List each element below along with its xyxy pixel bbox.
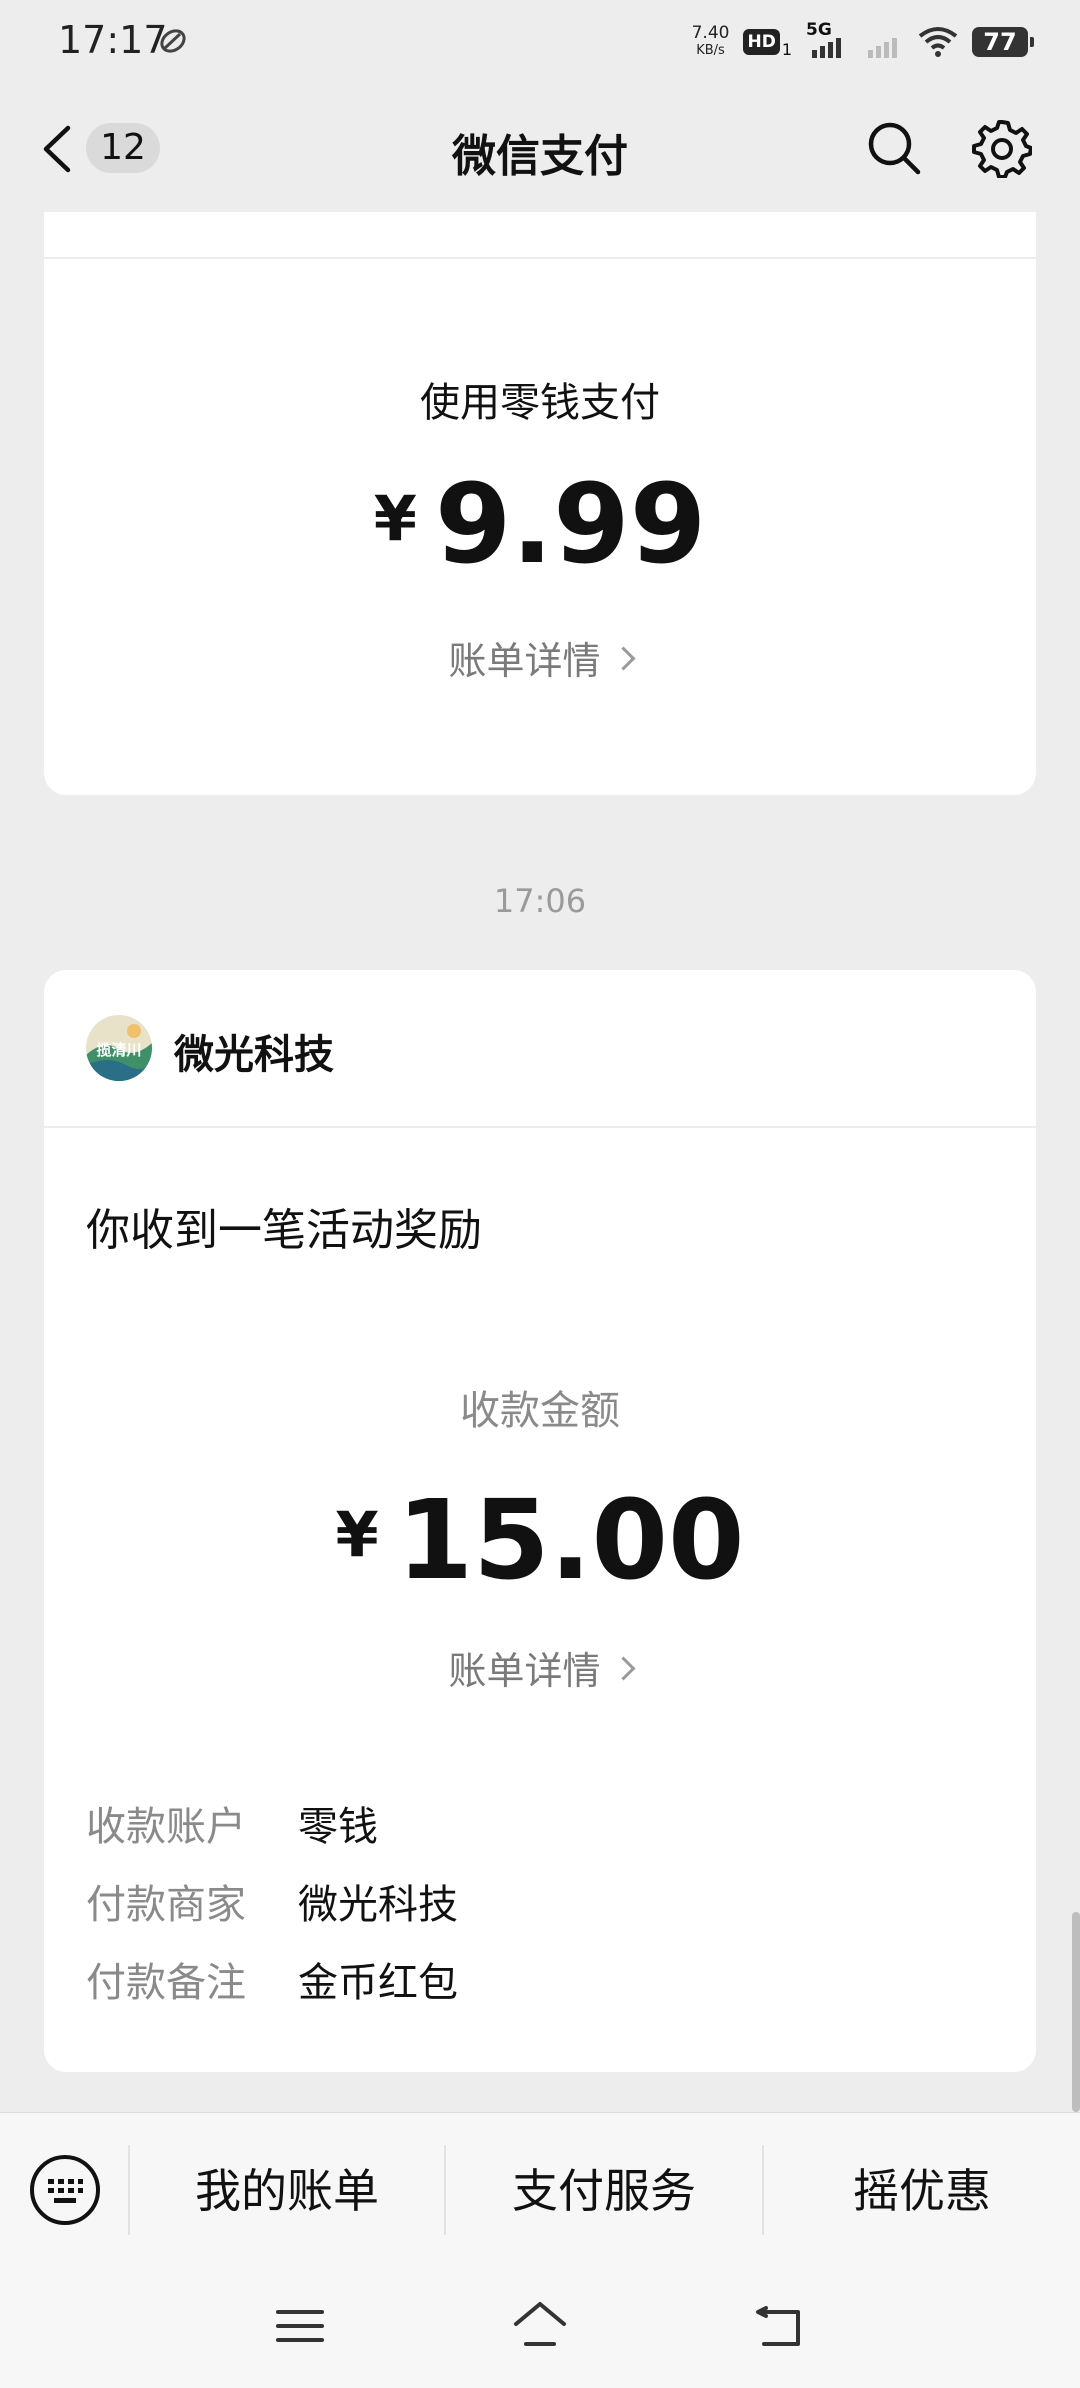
detail-value: 零钱 bbox=[298, 1804, 378, 1850]
currency-symbol: ¥ bbox=[373, 482, 417, 555]
detail-row-remark: 付款备注 金币红包 bbox=[86, 1950, 458, 2008]
gear-icon[interactable] bbox=[972, 118, 1032, 178]
menu-lines-icon[interactable] bbox=[272, 2298, 328, 2354]
menu-payment-services[interactable]: 支付服务 bbox=[446, 2143, 762, 2239]
nav-bar: 12 微信支付 bbox=[0, 84, 1080, 212]
keyboard-icon[interactable] bbox=[28, 2153, 102, 2227]
receipt-amount-value: 15.00 bbox=[396, 1476, 745, 1604]
detail-label: 付款商家 bbox=[86, 1882, 246, 1928]
signal-sim2-icon bbox=[868, 38, 897, 58]
receipt-amount: ¥15.00 bbox=[44, 1476, 1036, 1604]
home-icon[interactable] bbox=[512, 2298, 568, 2354]
detail-label: 付款备注 bbox=[86, 1960, 246, 2006]
menu-my-bills[interactable]: 我的账单 bbox=[130, 2143, 444, 2239]
detail-value: 微光科技 bbox=[298, 1882, 458, 1928]
detail-label: 收款账户 bbox=[86, 1804, 246, 1850]
system-navigation-bar bbox=[0, 2266, 1080, 2388]
bottom-menu: 我的账单 支付服务 摇优惠 bbox=[0, 2112, 1080, 2267]
chevron-right-icon bbox=[610, 646, 636, 671]
wifi-icon bbox=[918, 27, 958, 57]
hd-icon: HD bbox=[743, 29, 780, 55]
chevron-right-icon bbox=[610, 1656, 636, 1681]
payment-amount: ¥9.99 bbox=[44, 460, 1036, 588]
payment-method-label: 使用零钱支付 bbox=[420, 380, 660, 426]
battery-icon: 77 bbox=[972, 27, 1034, 57]
network-speed-value: 7.40 bbox=[691, 23, 730, 43]
receipt-message-card[interactable]: 揽清川 微光科技 你收到一笔活动奖励 收款金额 ¥15.00 账单详情 收款账户… bbox=[44, 970, 1036, 2072]
signal-5g-icon: 5G bbox=[806, 20, 850, 60]
amount-label: 收款金额 bbox=[460, 1388, 620, 1434]
return-icon[interactable] bbox=[752, 2298, 808, 2354]
bill-detail-label: 账单详情 bbox=[448, 639, 601, 683]
bill-detail-label: 账单详情 bbox=[448, 1649, 601, 1693]
detail-row-merchant: 付款商家 微光科技 bbox=[86, 1872, 458, 1930]
scrollbar-thumb[interactable] bbox=[1072, 1912, 1080, 2112]
sim-index: 1 bbox=[781, 39, 792, 59]
payment-amount-value: 9.99 bbox=[434, 460, 707, 588]
merchant-name: 微光科技 bbox=[174, 1032, 334, 1078]
detail-value: 金币红包 bbox=[298, 1960, 458, 2006]
merchant-header[interactable]: 揽清川 微光科技 bbox=[44, 970, 1036, 1128]
detail-row-account: 收款账户 零钱 bbox=[86, 1794, 378, 1852]
leaf-icon bbox=[160, 29, 186, 53]
bill-detail-link[interactable]: 账单详情 bbox=[44, 630, 1036, 685]
avatar-text: 揽清川 bbox=[96, 1041, 142, 1059]
notice-title: 你收到一笔活动奖励 bbox=[86, 1205, 482, 1256]
menu-shake-deals[interactable]: 摇优惠 bbox=[764, 2143, 1080, 2239]
bill-detail-link[interactable]: 账单详情 bbox=[44, 1640, 1036, 1695]
merchant-avatar: 揽清川 bbox=[86, 1015, 152, 1081]
message-timestamp: 17:06 bbox=[493, 882, 587, 920]
search-icon[interactable] bbox=[866, 120, 922, 176]
currency-symbol: ¥ bbox=[335, 1498, 379, 1571]
payment-message-card[interactable]: 使用零钱支付 ¥9.99 账单详情 bbox=[44, 212, 1036, 795]
network-speed: 7.40 KB/s bbox=[692, 25, 730, 59]
status-bar: 17:17 7.40 KB/s HD 1 5G 77 bbox=[0, 0, 1080, 84]
divider bbox=[44, 257, 1036, 259]
battery-level: 77 bbox=[983, 28, 1017, 56]
status-indicators: 7.40 KB/s HD 1 5G 77 bbox=[692, 20, 1034, 64]
network-speed-unit: KB/s bbox=[696, 43, 725, 58]
status-time: 17:17 bbox=[58, 18, 168, 62]
